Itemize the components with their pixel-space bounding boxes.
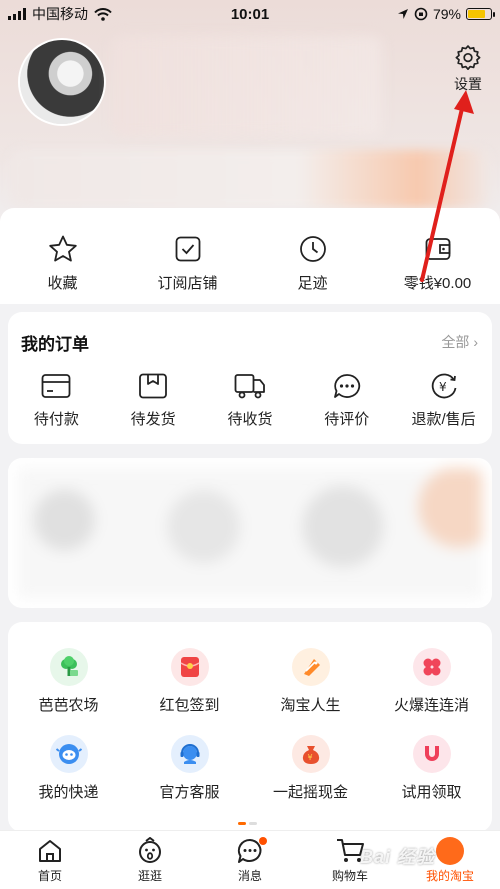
blurred-member-banner xyxy=(10,150,490,208)
svg-text:¥: ¥ xyxy=(439,380,447,394)
red-envelope-icon xyxy=(170,648,209,686)
clock-icon xyxy=(299,236,326,262)
app-label: 红包签到 xyxy=(159,697,220,714)
check-box-icon xyxy=(175,236,200,262)
order-item-label: 待付款 xyxy=(33,411,79,428)
tab-label: 首页 xyxy=(37,868,62,883)
app-label: 淘宝人生 xyxy=(280,697,341,714)
orders-all-label: 全部 xyxy=(441,334,470,350)
quick-link-subscribed-shops[interactable]: 订阅店铺 xyxy=(128,234,248,293)
page-indicator xyxy=(238,822,257,825)
app-label: 试用领取 xyxy=(401,784,462,801)
blurred-content xyxy=(18,468,482,598)
home-icon xyxy=(39,839,61,862)
my-orders-card: 我的订单 全部 › 待付款 待发货 待收货 待评价 ¥ 退款/售后 xyxy=(8,312,492,444)
app-customer-service[interactable]: 官方客服 xyxy=(129,735,250,802)
delivery-icon xyxy=(49,735,88,773)
quick-link-wallet[interactable]: 零钱¥0.00 xyxy=(378,234,498,293)
page-indicator-active xyxy=(238,822,246,825)
tab-label: 逛逛 xyxy=(137,868,162,883)
page-indicator-dot xyxy=(249,822,257,825)
chevron-right-icon: › xyxy=(473,334,478,350)
blurred-promo-card xyxy=(8,458,492,608)
quick-link-label: 订阅店铺 xyxy=(157,275,218,292)
tab-home[interactable]: 首页 xyxy=(5,837,95,884)
card-icon xyxy=(41,374,71,398)
settings-label: 设置 xyxy=(454,76,482,92)
orders-title: 我的订单 xyxy=(21,335,89,354)
app-trial-claim[interactable]: 试用领取 xyxy=(371,735,492,802)
order-pending-shipment[interactable]: 待发货 xyxy=(108,372,198,429)
wallet-icon xyxy=(425,238,450,260)
quick-links-card: 收藏 订阅店铺 足迹 零钱¥0.00 xyxy=(0,208,500,304)
tools-card: 芭芭农场 红包签到 淘宝人生 火爆连连消 我的快递 官方客服 ¥ 一起摇现金 试… xyxy=(8,622,492,832)
carrier-label: 中国移动 xyxy=(32,6,88,22)
battery-percent: 79% xyxy=(432,6,461,22)
app-my-delivery[interactable]: 我的快递 xyxy=(8,735,129,802)
blurred-username xyxy=(112,36,382,136)
rotation-lock-icon xyxy=(414,7,428,21)
order-item-label: 待收货 xyxy=(227,411,273,428)
app-label: 芭芭农场 xyxy=(38,697,99,714)
tab-label: 消息 xyxy=(237,868,262,883)
signal-icon xyxy=(8,8,26,20)
quick-link-label: 零钱¥0.00 xyxy=(403,275,472,292)
tab-browse[interactable]: 逛逛 xyxy=(105,836,195,884)
app-taobao-life[interactable]: 淘宝人生 xyxy=(250,648,371,715)
customer-service-icon xyxy=(170,735,209,773)
refund-icon: ¥ xyxy=(431,373,456,399)
truck-icon xyxy=(234,374,265,399)
location-icon xyxy=(397,9,408,19)
farm-icon xyxy=(49,648,88,686)
settings-button[interactable]: 设置 xyxy=(448,44,488,94)
browse-icon xyxy=(139,836,161,863)
tab-label: 购物车 xyxy=(331,868,368,883)
order-pending-receipt[interactable]: 待收货 xyxy=(205,372,295,429)
tab-label: 我的淘宝 xyxy=(425,868,474,883)
user-avatar[interactable] xyxy=(20,40,104,124)
app-red-envelope-checkin[interactable]: 红包签到 xyxy=(129,648,250,715)
orders-view-all-link[interactable]: 全部 › xyxy=(441,332,478,352)
app-label: 官方客服 xyxy=(159,784,220,801)
quick-link-favorites[interactable]: 收藏 xyxy=(3,234,123,293)
app-label: 一起摇现金 xyxy=(272,784,348,801)
magnet-icon xyxy=(412,735,451,773)
quick-link-footprint[interactable]: 足迹 xyxy=(253,234,373,293)
order-pending-payment[interactable]: 待付款 xyxy=(11,372,101,429)
app-baba-farm[interactable]: 芭芭农场 xyxy=(8,648,129,715)
match-game-icon xyxy=(412,648,451,686)
quick-link-label: 收藏 xyxy=(47,275,78,292)
quick-link-label: 足迹 xyxy=(297,275,328,292)
order-item-label: 退款/售后 xyxy=(411,411,476,428)
money-bag-icon: ¥ xyxy=(291,735,330,773)
star-icon xyxy=(48,235,77,262)
tab-messages[interactable]: 消息 xyxy=(205,836,295,884)
order-refund-after-sales[interactable]: ¥ 退款/售后 xyxy=(399,372,489,429)
order-pending-review[interactable]: 待评价 xyxy=(302,372,392,429)
wifi-icon xyxy=(94,7,112,21)
baidu-jingyan-watermark: Bai 经验 xyxy=(360,847,436,867)
battery-icon xyxy=(466,8,495,20)
order-item-label: 待发货 xyxy=(130,411,176,428)
app-label: 火爆连连消 xyxy=(393,697,469,714)
unread-badge xyxy=(259,836,267,845)
svg-text:¥: ¥ xyxy=(307,753,312,762)
app-match-game[interactable]: 火爆连连消 xyxy=(371,648,492,715)
battery-fill xyxy=(468,10,486,18)
status-bar: 中国移动 10:01 79% xyxy=(0,0,500,28)
order-item-label: 待评价 xyxy=(324,411,370,428)
app-shake-cash[interactable]: ¥ 一起摇现金 xyxy=(250,735,371,802)
box-icon xyxy=(139,373,168,399)
gear-icon xyxy=(455,45,481,70)
avatar-icon xyxy=(436,836,464,865)
taobao-life-icon xyxy=(291,648,330,686)
comment-icon xyxy=(333,374,360,398)
app-label: 我的快递 xyxy=(38,784,99,801)
